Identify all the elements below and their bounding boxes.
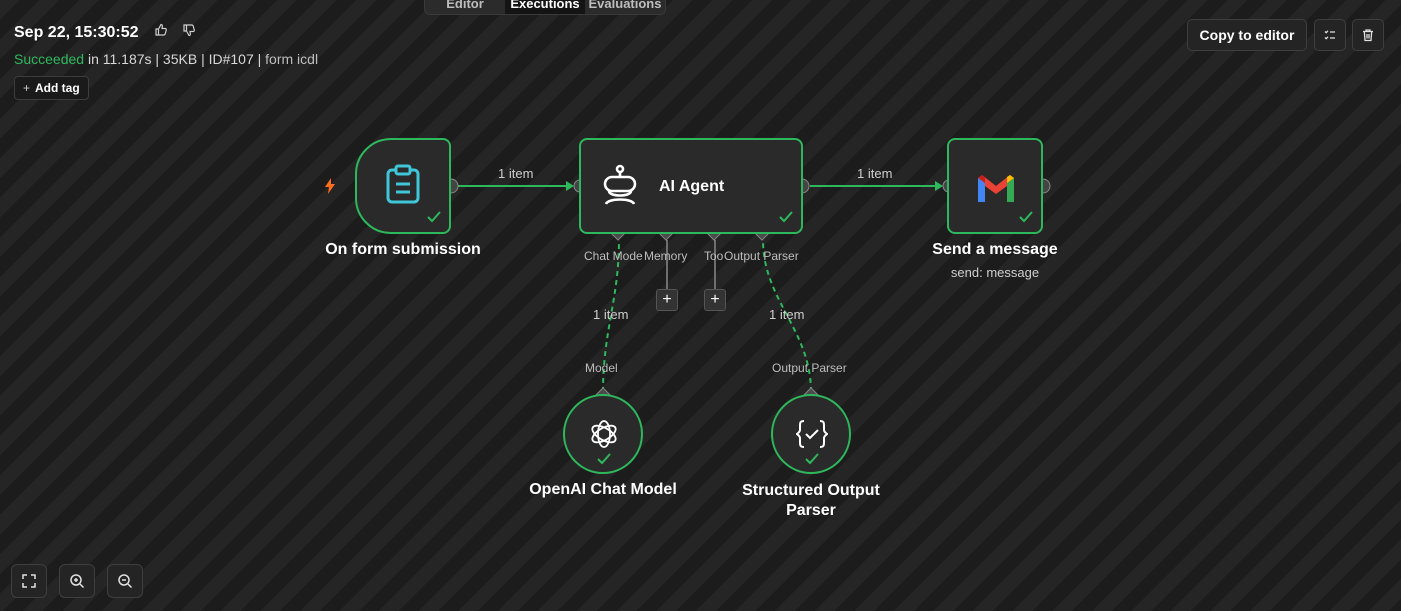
success-check-icon	[1019, 210, 1033, 228]
edge-arrow	[566, 181, 574, 191]
port-label-tool: Too	[704, 249, 724, 263]
port-label-output-parser: Output Parser	[724, 249, 799, 263]
fullscreen-icon	[22, 574, 36, 588]
zoom-out-icon	[118, 574, 133, 589]
port-label-memory: Memory	[644, 249, 688, 263]
success-check-icon	[779, 210, 793, 228]
node-openai-chat-model[interactable]	[563, 394, 643, 474]
edge-arrow	[935, 181, 943, 191]
braces-check-icon	[795, 419, 829, 454]
zoom-out-button[interactable]	[107, 564, 143, 598]
node-gmail-subtitle: send: message	[950, 265, 1040, 280]
success-check-icon	[805, 452, 819, 470]
success-check-icon	[597, 452, 611, 470]
gmail-icon	[975, 172, 1017, 209]
zoom-in-button[interactable]	[59, 564, 95, 598]
node-parser-label-line2: Parser	[786, 502, 836, 519]
node-agent-label: AI Agent	[659, 178, 725, 195]
robot-icon	[599, 164, 641, 211]
fit-view-button[interactable]	[11, 564, 47, 598]
node-parser-label: Structured Output Parser	[721, 481, 901, 521]
trigger-bolt-icon	[322, 177, 338, 200]
node-form-label: On form submission	[325, 241, 481, 258]
node-ai-agent[interactable]: AI Agent	[579, 138, 803, 234]
zoom-in-icon	[70, 574, 85, 589]
node-openai-label: OpenAI Chat Model	[529, 481, 677, 498]
add-memory-button[interactable]: +	[656, 289, 678, 311]
success-check-icon	[427, 210, 441, 228]
edge-label-form-agent: 1 item	[498, 166, 534, 181]
node-parser-label-line1: Structured Output	[742, 482, 880, 499]
node-gmail-label: Send a message	[932, 241, 1058, 258]
port-label-model: Model	[585, 361, 618, 375]
edge-label-agent-gmail: 1 item	[857, 166, 893, 181]
node-structured-output-parser[interactable]	[771, 394, 851, 474]
add-tool-button[interactable]: +	[704, 289, 726, 311]
node-send-a-message[interactable]	[947, 138, 1043, 234]
port-label-parser: Output Parser	[772, 361, 847, 375]
port-label-chat-model: Chat Mode	[584, 249, 643, 263]
clipboard-icon	[385, 164, 421, 209]
workflow-connections	[443, 178, 1051, 403]
edge-label-model-agent: 1 item	[593, 307, 629, 322]
openai-icon	[587, 417, 621, 456]
edge-label-parser-agent: 1 item	[769, 307, 805, 322]
node-on-form-submission[interactable]	[355, 138, 451, 234]
